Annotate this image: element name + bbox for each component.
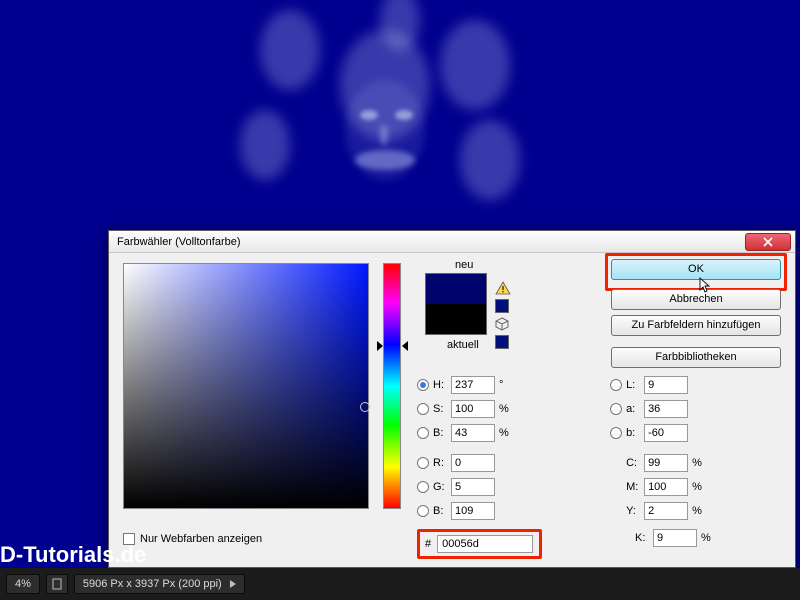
websafe-warning-icon[interactable]: [495, 317, 509, 331]
hex-highlight: # 00056d: [417, 529, 542, 559]
ok-button-highlight: OK: [605, 253, 787, 291]
new-color-label: neu: [455, 259, 473, 271]
radio-lb[interactable]: [610, 427, 622, 439]
m-input[interactable]: 100: [644, 478, 688, 496]
web-colors-label: Nur Webfarben anzeigen: [140, 533, 262, 545]
radio-s[interactable]: [417, 403, 429, 415]
r-input[interactable]: 0: [451, 454, 495, 472]
h-input[interactable]: 237: [451, 376, 495, 394]
gamut-closest-swatch[interactable]: [495, 299, 509, 313]
s-input[interactable]: 100: [451, 400, 495, 418]
add-to-swatches-button[interactable]: Zu Farbfeldern hinzufügen: [611, 315, 781, 336]
radio-g[interactable]: [417, 481, 429, 493]
new-color-swatch: [426, 274, 486, 304]
chevron-right-icon: [230, 580, 236, 588]
b-input[interactable]: 43: [451, 424, 495, 442]
close-button[interactable]: [745, 233, 791, 251]
status-bar: 4% 5906 Px x 3937 Px (200 ppi): [0, 568, 800, 600]
color-libraries-button[interactable]: Farbbibliotheken: [611, 347, 781, 368]
y-input[interactable]: 2: [644, 502, 688, 520]
document-dimensions[interactable]: 5906 Px x 3937 Px (200 ppi): [74, 574, 245, 594]
zoom-level[interactable]: 4%: [6, 574, 40, 594]
hue-slider[interactable]: [383, 263, 401, 509]
document-icon: [51, 578, 63, 590]
hex-hash-label: #: [425, 538, 431, 550]
close-icon: [763, 237, 773, 247]
lb-input[interactable]: -60: [644, 424, 688, 442]
cancel-button[interactable]: Abbrechen: [611, 289, 781, 310]
sv-cursor: [360, 402, 370, 412]
a-input[interactable]: 36: [644, 400, 688, 418]
hue-indicator-right: [402, 341, 408, 351]
radio-r[interactable]: [417, 457, 429, 469]
c-input[interactable]: 99: [644, 454, 688, 472]
color-picker-dialog: Farbwähler (Volltonfarbe) neu aktuell: [108, 230, 796, 568]
current-color-label: aktuell: [447, 339, 479, 351]
websafe-closest-swatch[interactable]: [495, 335, 509, 349]
l-input[interactable]: 9: [644, 376, 688, 394]
radio-h[interactable]: [417, 379, 429, 391]
status-icon[interactable]: [46, 574, 68, 594]
radio-l[interactable]: [610, 379, 622, 391]
radio-bl[interactable]: [417, 505, 429, 517]
watermark-text: D-Tutorials.de: [0, 542, 146, 568]
radio-b[interactable]: [417, 427, 429, 439]
gamut-warning-icon[interactable]: [495, 281, 511, 295]
ok-button[interactable]: OK: [611, 259, 781, 280]
dialog-titlebar[interactable]: Farbwähler (Volltonfarbe): [109, 231, 795, 253]
color-swatch[interactable]: [425, 273, 487, 335]
bl-input[interactable]: 109: [451, 502, 495, 520]
g-input[interactable]: 5: [451, 478, 495, 496]
hex-input[interactable]: 00056d: [437, 535, 533, 553]
current-color-swatch: [426, 304, 486, 334]
saturation-value-field[interactable]: [123, 263, 369, 509]
k-input[interactable]: 9: [653, 529, 697, 547]
dialog-title: Farbwähler (Volltonfarbe): [117, 236, 745, 248]
radio-a[interactable]: [610, 403, 622, 415]
hue-indicator-left: [377, 341, 383, 351]
